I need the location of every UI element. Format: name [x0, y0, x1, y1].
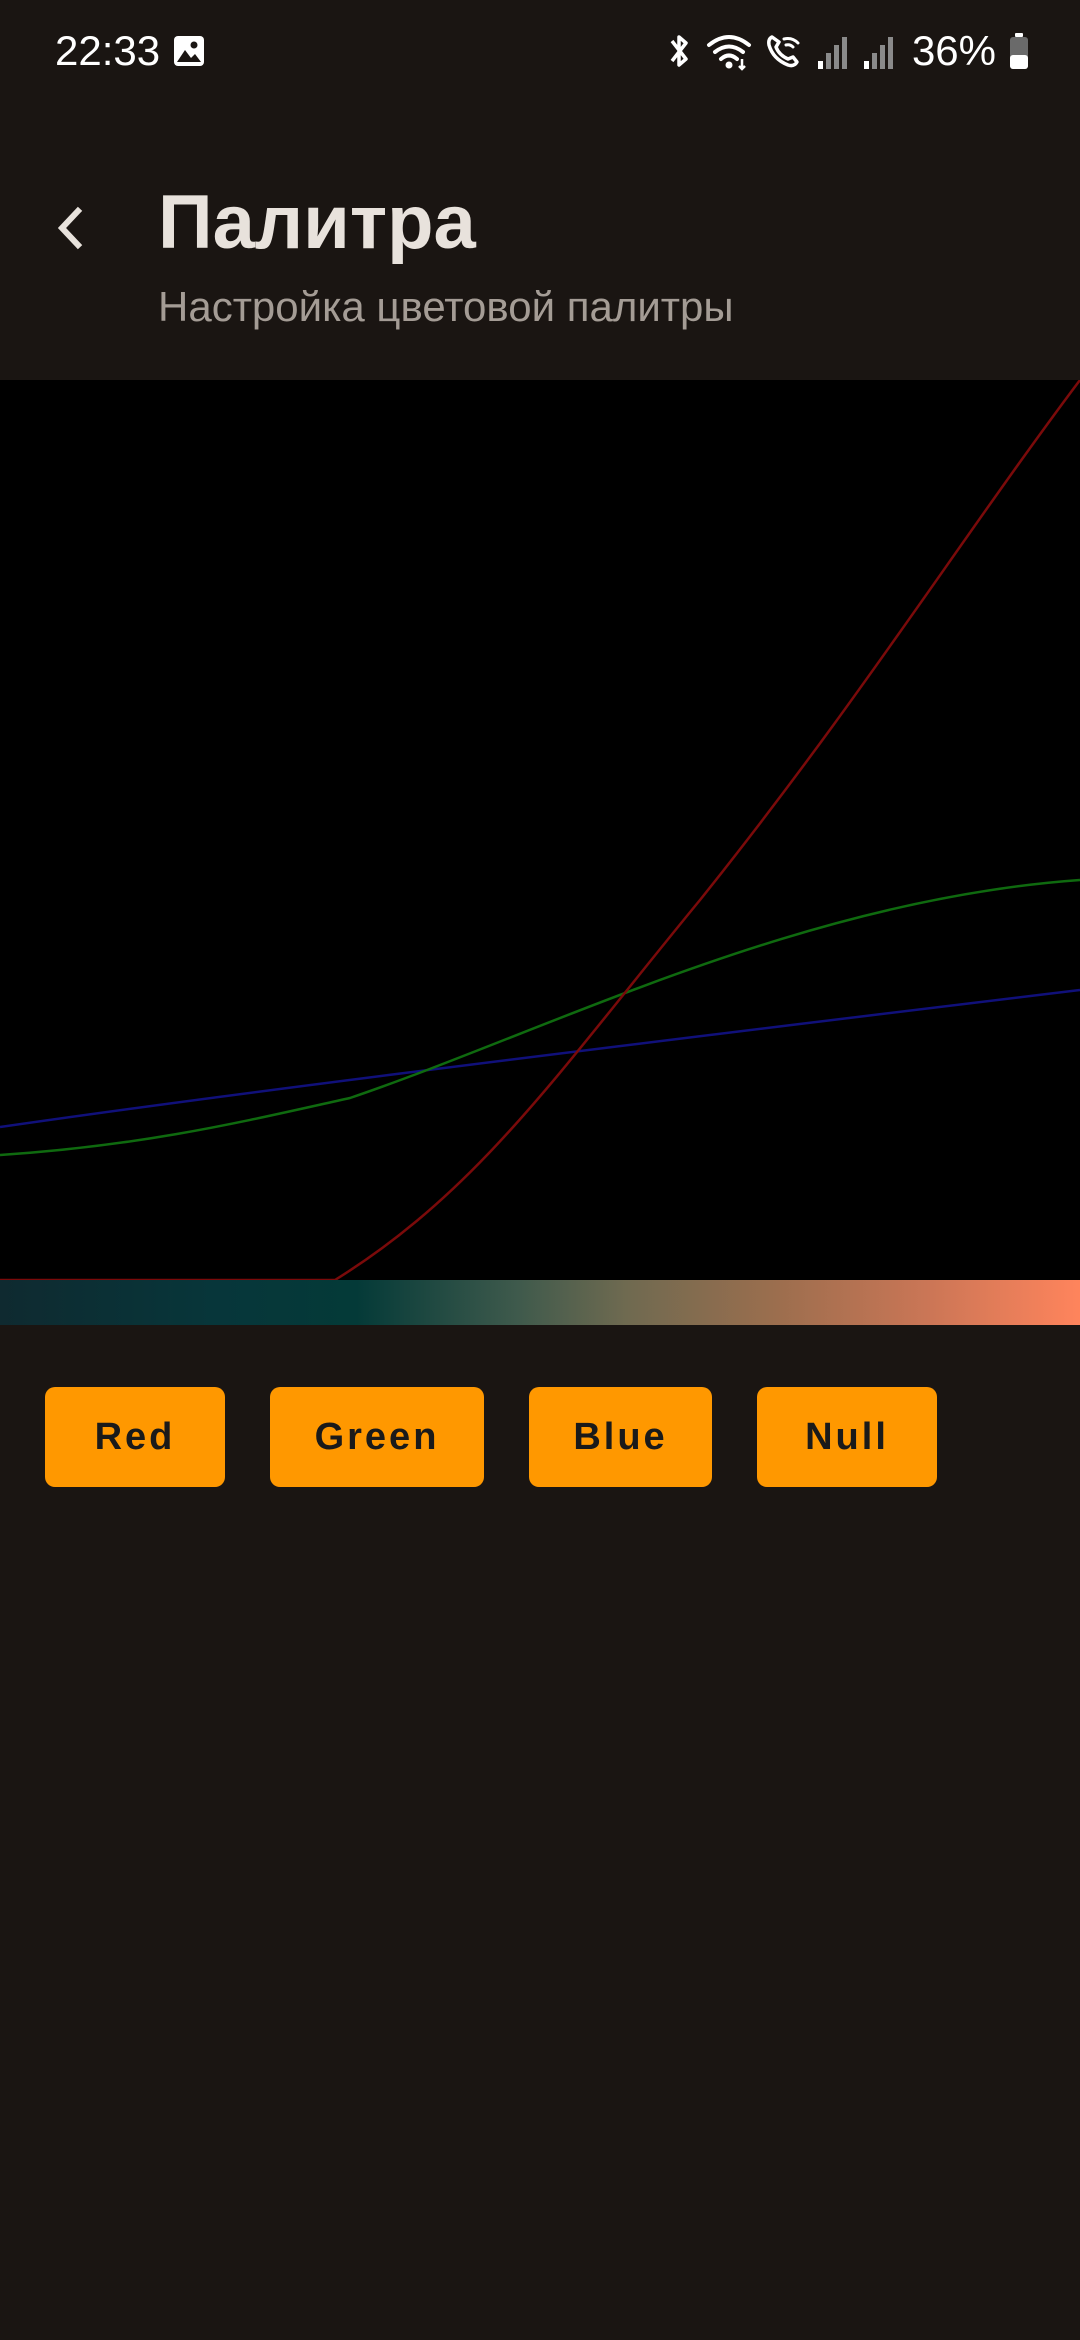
palette-curve-canvas[interactable]	[0, 379, 1080, 1282]
signal-icon	[862, 31, 896, 71]
gallery-icon	[172, 34, 206, 68]
chevron-left-icon	[50, 203, 90, 258]
battery-icon	[1008, 31, 1030, 71]
status-icons: 36%	[664, 24, 1030, 78]
wifi-call-icon	[764, 31, 804, 71]
palette-gradient-preview	[0, 1280, 1080, 1325]
null-button[interactable]: Null	[757, 1387, 937, 1487]
back-button[interactable]	[30, 190, 110, 270]
status-time: 22:33	[55, 27, 161, 74]
channel-button-row: Red Green Blue Null	[0, 1387, 1080, 1487]
green-button[interactable]: Green	[270, 1387, 484, 1487]
red-channel-curve	[0, 379, 1080, 1282]
palette-screen: 22:33 36% Палитра Настройка цветовой пал…	[0, 0, 1080, 2340]
blue-channel-curve	[0, 988, 1080, 1129]
status-bar: 22:33 36%	[0, 0, 1080, 100]
bluetooth-icon	[664, 31, 694, 71]
app-header: Палитра Настройка цветовой палитры	[0, 100, 1080, 380]
green-channel-curve	[0, 878, 1080, 1157]
page-subtitle: Настройка цветовой палитры	[158, 283, 734, 330]
page-title: Палитра	[158, 180, 476, 265]
wifi-icon	[706, 31, 752, 71]
battery-percentage: 36%	[911, 27, 996, 74]
signal-icon	[816, 31, 850, 71]
red-button[interactable]: Red	[45, 1387, 225, 1487]
blue-button[interactable]: Blue	[529, 1387, 712, 1487]
